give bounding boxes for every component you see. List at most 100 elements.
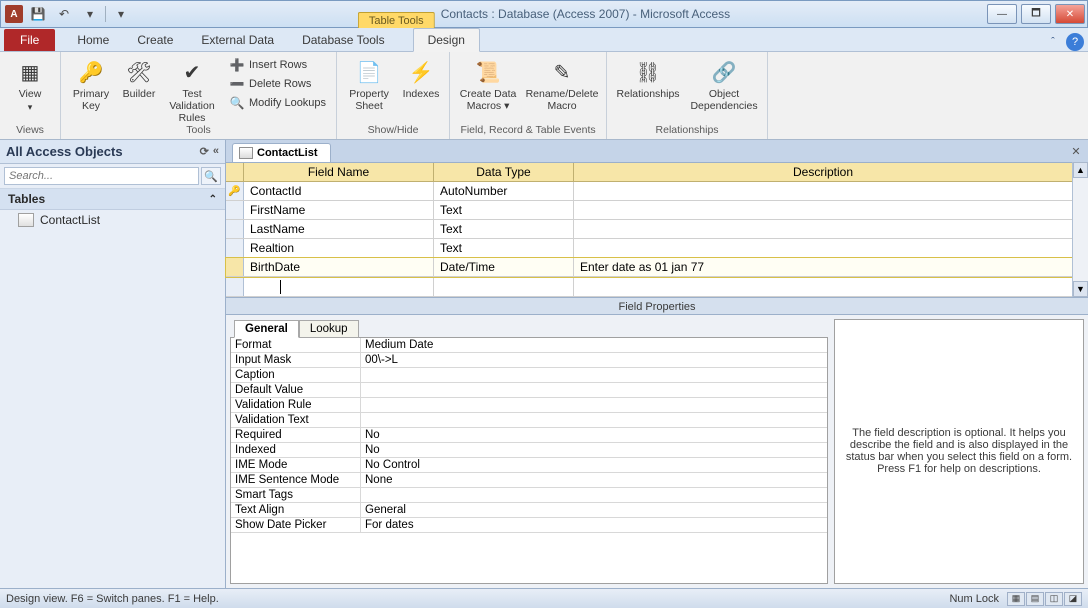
property-value[interactable] (361, 413, 827, 427)
nav-refresh-icon[interactable]: ⟳ (200, 145, 209, 158)
design-row[interactable]: 🔑ContactIdAutoNumber (226, 182, 1072, 201)
row-selector[interactable] (226, 201, 244, 219)
property-row[interactable]: Validation Rule (231, 398, 827, 413)
row-selector[interactable] (226, 277, 244, 296)
object-dependencies-button[interactable]: 🔗 Object Dependencies (687, 54, 761, 112)
data-type-cell[interactable]: Text (434, 201, 574, 219)
view-button[interactable]: ▦ View ▾ (6, 54, 54, 113)
design-row[interactable] (226, 277, 1072, 297)
description-cell[interactable] (574, 239, 1072, 257)
col-field-name[interactable]: Field Name (244, 163, 434, 181)
property-value[interactable]: 00\->L (361, 353, 827, 367)
property-value[interactable]: General (361, 503, 827, 517)
col-description[interactable]: Description (574, 163, 1072, 181)
create-data-macros-button[interactable]: 📜 Create Data Macros ▾ (456, 54, 520, 112)
indexes-button[interactable]: ⚡ Indexes (399, 54, 443, 100)
property-sheet-button[interactable]: 📄 Property Sheet (343, 54, 395, 112)
view-pivotchart-button[interactable]: ◪ (1064, 592, 1082, 606)
property-row[interactable]: Text AlignGeneral (231, 503, 827, 518)
property-row[interactable]: RequiredNo (231, 428, 827, 443)
modify-lookups-button[interactable]: 🔍Modify Lookups (225, 94, 330, 112)
tab-lookup[interactable]: Lookup (299, 320, 359, 338)
property-row[interactable]: IME ModeNo Control (231, 458, 827, 473)
design-row[interactable]: FirstNameText (226, 201, 1072, 220)
property-row[interactable]: Show Date PickerFor dates (231, 518, 827, 533)
scroll-down-icon[interactable]: ▼ (1073, 281, 1088, 297)
property-row[interactable]: Default Value (231, 383, 827, 398)
collapse-group-icon[interactable]: ⌃ (209, 194, 217, 205)
tab-external-data[interactable]: External Data (187, 29, 288, 51)
property-row[interactable]: Validation Text (231, 413, 827, 428)
description-cell[interactable] (574, 201, 1072, 219)
property-value[interactable] (361, 383, 827, 397)
qat-redo-icon[interactable]: ▾ (79, 4, 101, 24)
minimize-ribbon-icon[interactable]: ˆ (1044, 33, 1062, 51)
delete-rows-button[interactable]: ➖Delete Rows (225, 75, 330, 93)
builder-button[interactable]: 🛠 Builder (119, 54, 159, 100)
search-button[interactable]: 🔍 (201, 167, 221, 185)
property-row[interactable]: IME Sentence ModeNone (231, 473, 827, 488)
view-design-button[interactable]: ▦ (1007, 592, 1025, 606)
property-value[interactable]: No (361, 428, 827, 442)
nav-item-contactlist[interactable]: ContactList (0, 210, 225, 230)
nav-group-tables[interactable]: Tables ⌃ (0, 189, 225, 210)
property-row[interactable]: Input Mask00\->L (231, 353, 827, 368)
qat-customize-icon[interactable]: ▾ (110, 4, 132, 24)
tab-design[interactable]: Design (413, 28, 480, 52)
description-cell[interactable] (574, 277, 1072, 296)
view-pivottable-button[interactable]: ◫ (1045, 592, 1063, 606)
doc-tab-contactlist[interactable]: ContactList (232, 143, 331, 162)
minimize-button[interactable]: — (987, 4, 1017, 24)
qat-undo-icon[interactable]: ↶ (53, 4, 75, 24)
property-row[interactable]: IndexedNo (231, 443, 827, 458)
data-type-cell[interactable]: Date/Time (434, 258, 574, 276)
data-type-cell[interactable] (434, 277, 574, 296)
property-value[interactable]: For dates (361, 518, 827, 532)
design-row[interactable]: LastNameText (226, 220, 1072, 239)
maximize-button[interactable]: 🗖 (1021, 4, 1051, 24)
field-name-cell[interactable]: FirstName (244, 201, 434, 219)
nav-header[interactable]: All Access Objects ⟳ « (0, 140, 225, 164)
property-row[interactable]: Caption (231, 368, 827, 383)
field-name-cell[interactable]: LastName (244, 220, 434, 238)
primary-key-button[interactable]: 🔑 Primary Key (67, 54, 115, 112)
row-selector[interactable]: 🔑 (226, 182, 244, 200)
design-row[interactable]: RealtionText (226, 239, 1072, 258)
nav-collapse-icon[interactable]: « (213, 145, 219, 158)
insert-rows-button[interactable]: ➕Insert Rows (225, 56, 330, 74)
description-cell[interactable]: Enter date as 01 jan 77 (574, 258, 1072, 276)
view-datasheet-button[interactable]: ▤ (1026, 592, 1044, 606)
design-row[interactable]: BirthDateDate/TimeEnter date as 01 jan 7… (226, 258, 1072, 277)
row-selector[interactable] (226, 258, 244, 276)
data-type-cell[interactable]: AutoNumber (434, 182, 574, 200)
property-value[interactable]: Medium Date (361, 338, 827, 352)
property-value[interactable] (361, 488, 827, 502)
data-type-cell[interactable]: Text (434, 239, 574, 257)
vertical-scrollbar[interactable]: ▲ ▼ (1072, 162, 1088, 297)
property-value[interactable] (361, 398, 827, 412)
tab-create[interactable]: Create (123, 29, 187, 51)
field-name-cell[interactable]: BirthDate (244, 258, 434, 276)
description-cell[interactable] (574, 220, 1072, 238)
row-selector[interactable] (226, 220, 244, 238)
search-input[interactable] (4, 167, 199, 185)
row-selector[interactable] (226, 239, 244, 257)
test-validation-button[interactable]: ✔ Test Validation Rules (163, 54, 221, 124)
close-document-button[interactable]: ✕ (1068, 143, 1084, 159)
tab-general[interactable]: General (234, 320, 299, 338)
property-value[interactable]: None (361, 473, 827, 487)
tab-home[interactable]: Home (63, 29, 123, 51)
close-button[interactable]: ✕ (1055, 4, 1085, 24)
property-row[interactable]: FormatMedium Date (231, 338, 827, 353)
property-value[interactable]: No Control (361, 458, 827, 472)
field-name-cell[interactable]: ContactId (244, 182, 434, 200)
property-row[interactable]: Smart Tags (231, 488, 827, 503)
data-type-cell[interactable]: Text (434, 220, 574, 238)
field-name-cell[interactable]: Realtion (244, 239, 434, 257)
relationships-button[interactable]: ⛓ Relationships (613, 54, 683, 100)
field-name-cell[interactable] (244, 277, 434, 296)
scroll-up-icon[interactable]: ▲ (1073, 162, 1088, 178)
col-data-type[interactable]: Data Type (434, 163, 574, 181)
tab-database-tools[interactable]: Database Tools (288, 29, 399, 51)
property-value[interactable]: No (361, 443, 827, 457)
